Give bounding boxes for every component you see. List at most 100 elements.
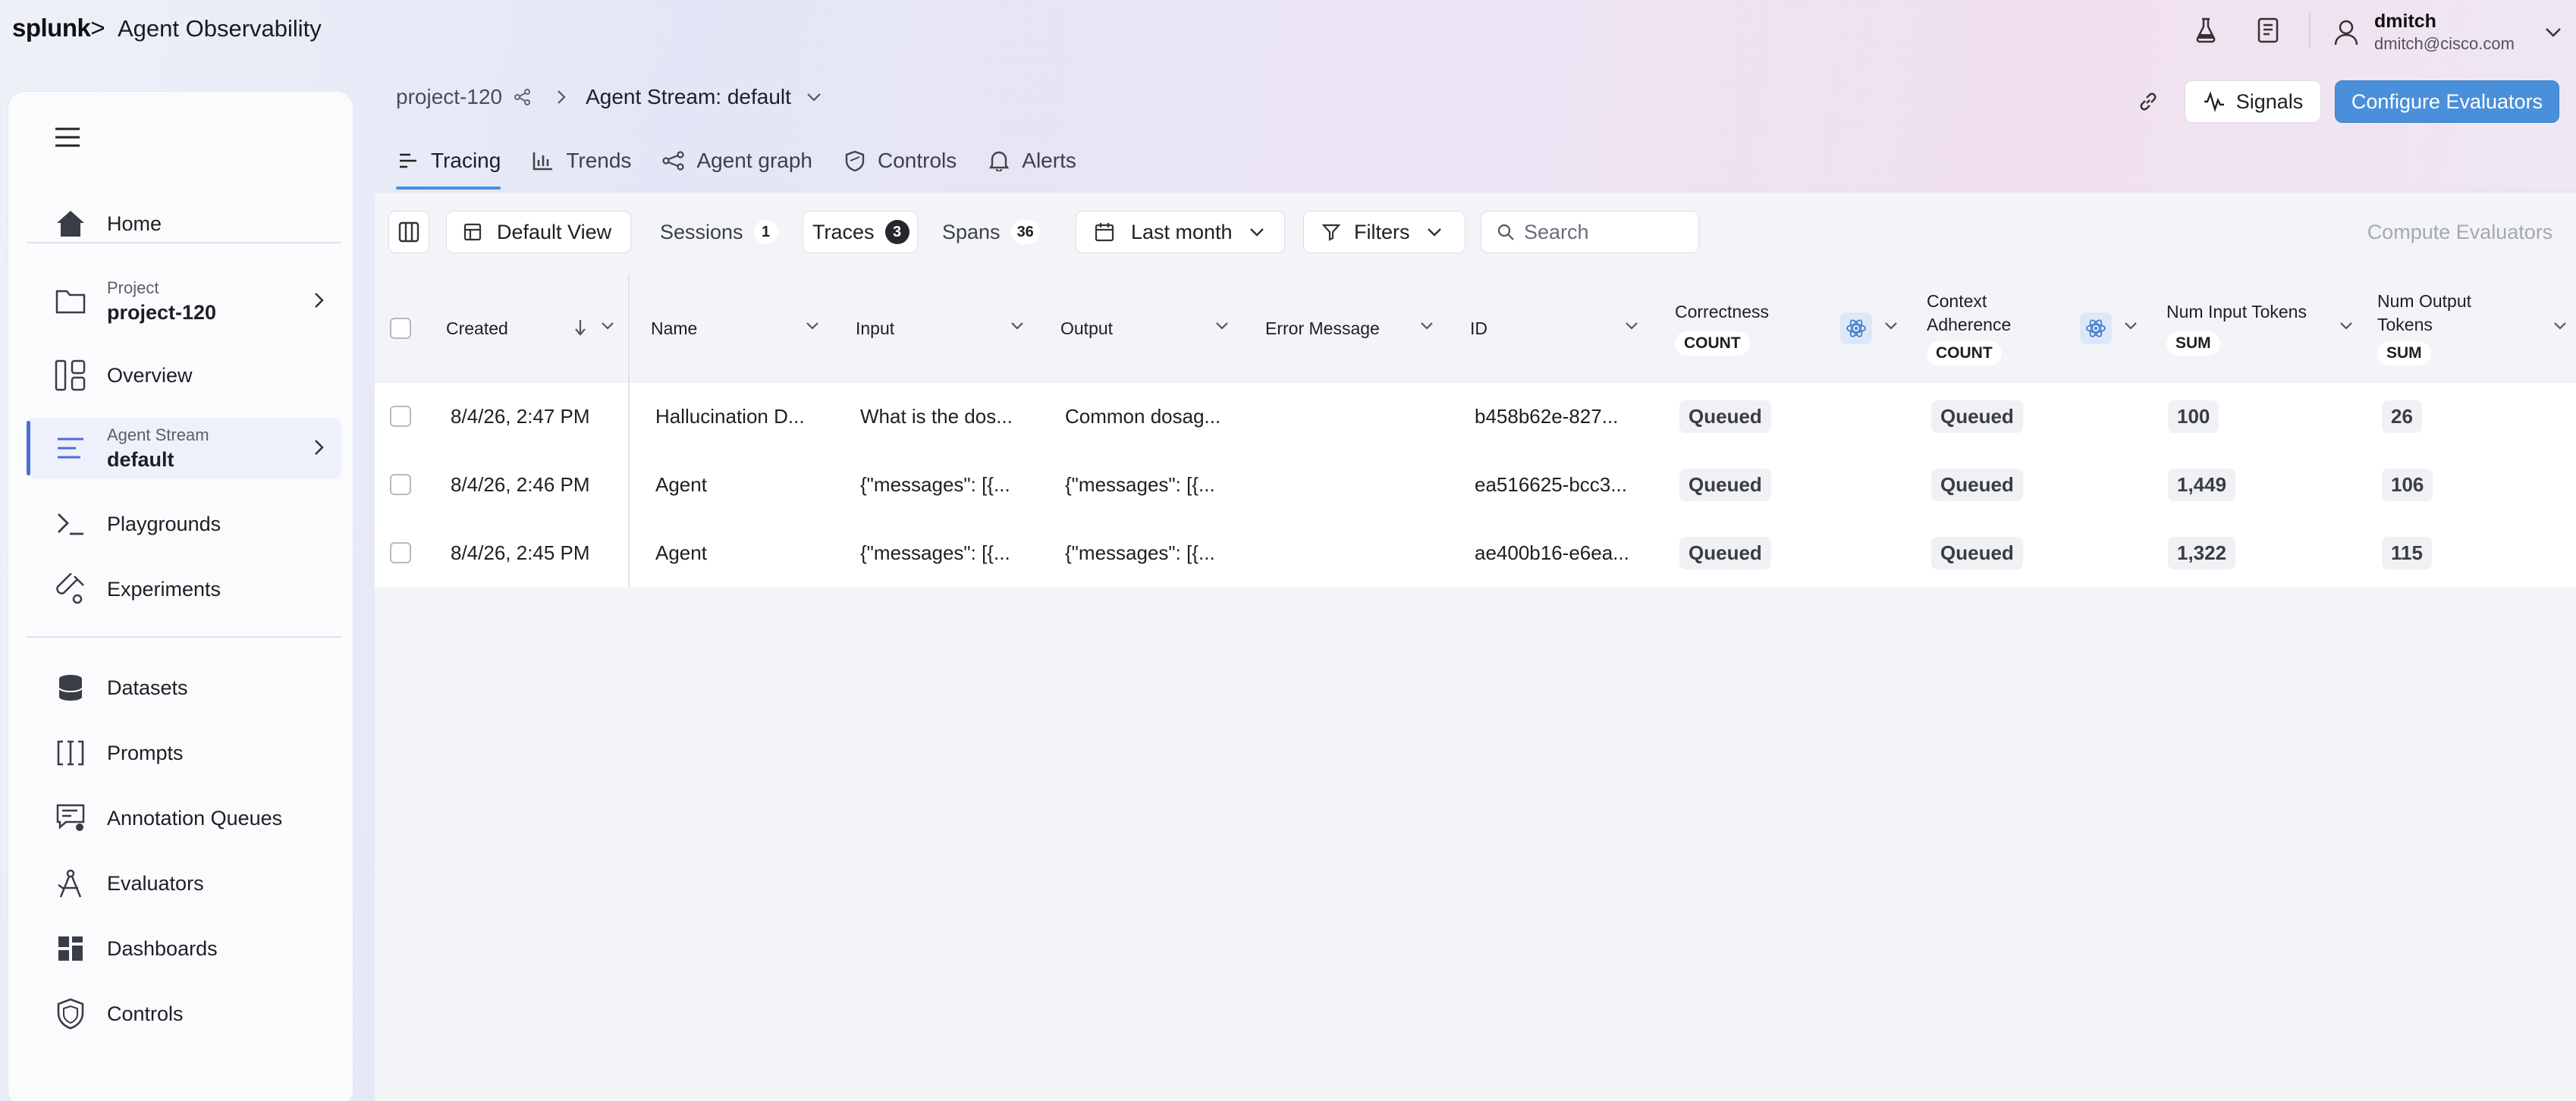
- splunk-logo[interactable]: splunk>: [12, 14, 105, 42]
- aggregation-pill: SUM: [2377, 341, 2431, 365]
- docs-icon[interactable]: [2253, 15, 2283, 45]
- chevron-down-icon[interactable]: [601, 322, 614, 331]
- sidebar-item-controls[interactable]: Controls: [27, 983, 341, 1044]
- traces-toggle[interactable]: Traces 3: [803, 211, 918, 253]
- flask-icon[interactable]: [2191, 15, 2221, 45]
- cell-output[interactable]: {"messages": [{...: [1065, 519, 1215, 587]
- chevron-down-icon[interactable]: [1884, 322, 1898, 331]
- column-header-num-output-tokens[interactable]: Num Output Tokens SUM: [2377, 274, 2576, 382]
- cell-id[interactable]: ea516625-bcc3...: [1475, 450, 1627, 519]
- sidebar-item-playgrounds[interactable]: Playgrounds: [27, 494, 341, 554]
- sidebar-item-home[interactable]: Home: [27, 193, 341, 254]
- tab-alerts[interactable]: Alerts: [987, 144, 1076, 177]
- date-range-selector[interactable]: Last month: [1076, 211, 1285, 253]
- table-header: Created Name Input Output Error Message …: [375, 274, 2576, 382]
- table-row[interactable]: 8/4/26, 2:45 PM Agent {"messages": [{...…: [375, 519, 2576, 587]
- share-icon[interactable]: [514, 89, 531, 105]
- tabs-divider: [375, 191, 2576, 193]
- chevron-down-icon[interactable]: [806, 93, 821, 102]
- compute-evaluators-button[interactable]: Compute Evaluators: [2358, 211, 2562, 253]
- select-all-checkbox[interactable]: [390, 274, 411, 382]
- column-header-num-input-tokens[interactable]: Num Input Tokens SUM: [2166, 274, 2379, 382]
- chevron-down-icon[interactable]: [1420, 322, 1434, 331]
- view-selector[interactable]: Default View: [446, 211, 631, 253]
- column-header-created[interactable]: Created: [446, 274, 628, 382]
- column-header-output[interactable]: Output: [1060, 274, 1250, 382]
- chevron-down-icon[interactable]: [2339, 322, 2353, 331]
- sessions-toggle[interactable]: Sessions 1: [646, 211, 792, 253]
- cell-id[interactable]: ae400b16-e6ea...: [1475, 519, 1629, 587]
- search-box[interactable]: [1481, 211, 1699, 253]
- columns-toggle-button[interactable]: [388, 211, 429, 253]
- cell-name[interactable]: Hallucination D...: [655, 382, 805, 450]
- column-header-id[interactable]: ID: [1470, 274, 1660, 382]
- row-checkbox[interactable]: [390, 519, 411, 587]
- table-row[interactable]: 8/4/26, 2:47 PM Hallucination D... What …: [375, 382, 2576, 450]
- signals-icon: [2203, 91, 2226, 112]
- sidebar-item-dashboards[interactable]: Dashboards: [27, 918, 341, 979]
- cell-input[interactable]: What is the dos...: [860, 382, 1013, 450]
- cell-name[interactable]: Agent: [655, 450, 707, 519]
- sort-desc-icon[interactable]: [573, 318, 587, 337]
- evaluator-atom-icon[interactable]: [2080, 312, 2112, 344]
- cell-output[interactable]: Common dosag...: [1065, 382, 1220, 450]
- shield-icon: [51, 994, 90, 1034]
- terminal-icon: [51, 504, 90, 544]
- cell-id[interactable]: b458b62e-827...: [1475, 382, 1618, 450]
- cell-output[interactable]: {"messages": [{...: [1065, 450, 1215, 519]
- tab-agent-graph[interactable]: Agent graph: [661, 144, 812, 177]
- sidebar-item-evaluators[interactable]: Evaluators: [27, 853, 341, 914]
- configure-evaluators-button[interactable]: Configure Evaluators: [2335, 80, 2559, 123]
- evaluator-atom-icon[interactable]: [1840, 312, 1872, 344]
- annotation-icon: [51, 798, 90, 838]
- search-input[interactable]: [1524, 220, 1676, 244]
- status-badge: Queued: [1931, 536, 2023, 569]
- sidebar-item-prompts[interactable]: Prompts: [27, 723, 341, 783]
- signals-button[interactable]: Signals: [2185, 80, 2321, 123]
- column-header-error-message[interactable]: Error Message: [1265, 274, 1455, 382]
- tab-label: Controls: [878, 149, 957, 172]
- column-header-correctness[interactable]: Correctness COUNT: [1675, 274, 1918, 382]
- tracing-icon: [396, 149, 420, 173]
- status-badge: Queued: [1931, 468, 2023, 501]
- sidebar-item-overview[interactable]: Overview: [27, 345, 341, 406]
- chevron-down-icon[interactable]: [2553, 322, 2567, 331]
- tab-trends[interactable]: Trends: [531, 144, 631, 177]
- sidebar-item-agent-stream[interactable]: Agent Stream default: [27, 418, 341, 478]
- hamburger-menu-icon[interactable]: [52, 122, 83, 152]
- sidebar-item-annotation-queues[interactable]: Annotation Queues: [27, 788, 341, 848]
- traces-table: Created Name Input Output Error Message …: [375, 274, 2576, 587]
- sidebar-item-experiments[interactable]: Experiments: [27, 559, 341, 620]
- tab-controls[interactable]: Controls: [843, 144, 957, 177]
- chevron-down-icon[interactable]: [1215, 322, 1229, 331]
- row-checkbox[interactable]: [390, 382, 411, 450]
- token-count-badge: 1,322: [2168, 536, 2236, 569]
- tab-tracing[interactable]: Tracing: [396, 144, 501, 190]
- chevron-down-icon[interactable]: [1625, 322, 1638, 331]
- breadcrumb-stream[interactable]: Agent Stream: default: [586, 85, 791, 109]
- cell-input[interactable]: {"messages": [{...: [860, 450, 1010, 519]
- table-row[interactable]: 8/4/26, 2:46 PM Agent {"messages": [{...…: [375, 450, 2576, 519]
- sidebar-item-label: Playgrounds: [107, 512, 221, 535]
- cell-name[interactable]: Agent: [655, 519, 707, 587]
- user-name: dmitch: [2374, 11, 2436, 32]
- filters-button[interactable]: Filters: [1303, 211, 1465, 253]
- chevron-down-icon[interactable]: [1010, 322, 1024, 331]
- column-header-input[interactable]: Input: [856, 274, 1045, 382]
- sidebar-item-project[interactable]: Project project-120: [27, 271, 341, 331]
- column-header-name[interactable]: Name: [651, 274, 840, 382]
- column-header-context-adherence[interactable]: Context Adherence COUNT: [1927, 274, 2169, 382]
- breadcrumb-project[interactable]: project-120: [396, 85, 502, 109]
- filter-icon: [1322, 223, 1340, 241]
- row-checkbox[interactable]: [390, 450, 411, 519]
- shield-icon: [843, 149, 867, 173]
- chevron-down-icon[interactable]: [2124, 322, 2138, 331]
- user-menu[interactable]: dmitch dmitch@cisco.com: [2333, 11, 2562, 54]
- cell-input[interactable]: {"messages": [{...: [860, 519, 1010, 587]
- spans-toggle[interactable]: Spans 36: [930, 211, 1052, 253]
- sidebar-item-caption: Project: [107, 278, 159, 297]
- link-icon[interactable]: [2133, 86, 2163, 117]
- signals-label: Signals: [2235, 89, 2304, 113]
- chevron-down-icon[interactable]: [806, 322, 819, 331]
- sidebar-item-datasets[interactable]: Datasets: [27, 657, 341, 718]
